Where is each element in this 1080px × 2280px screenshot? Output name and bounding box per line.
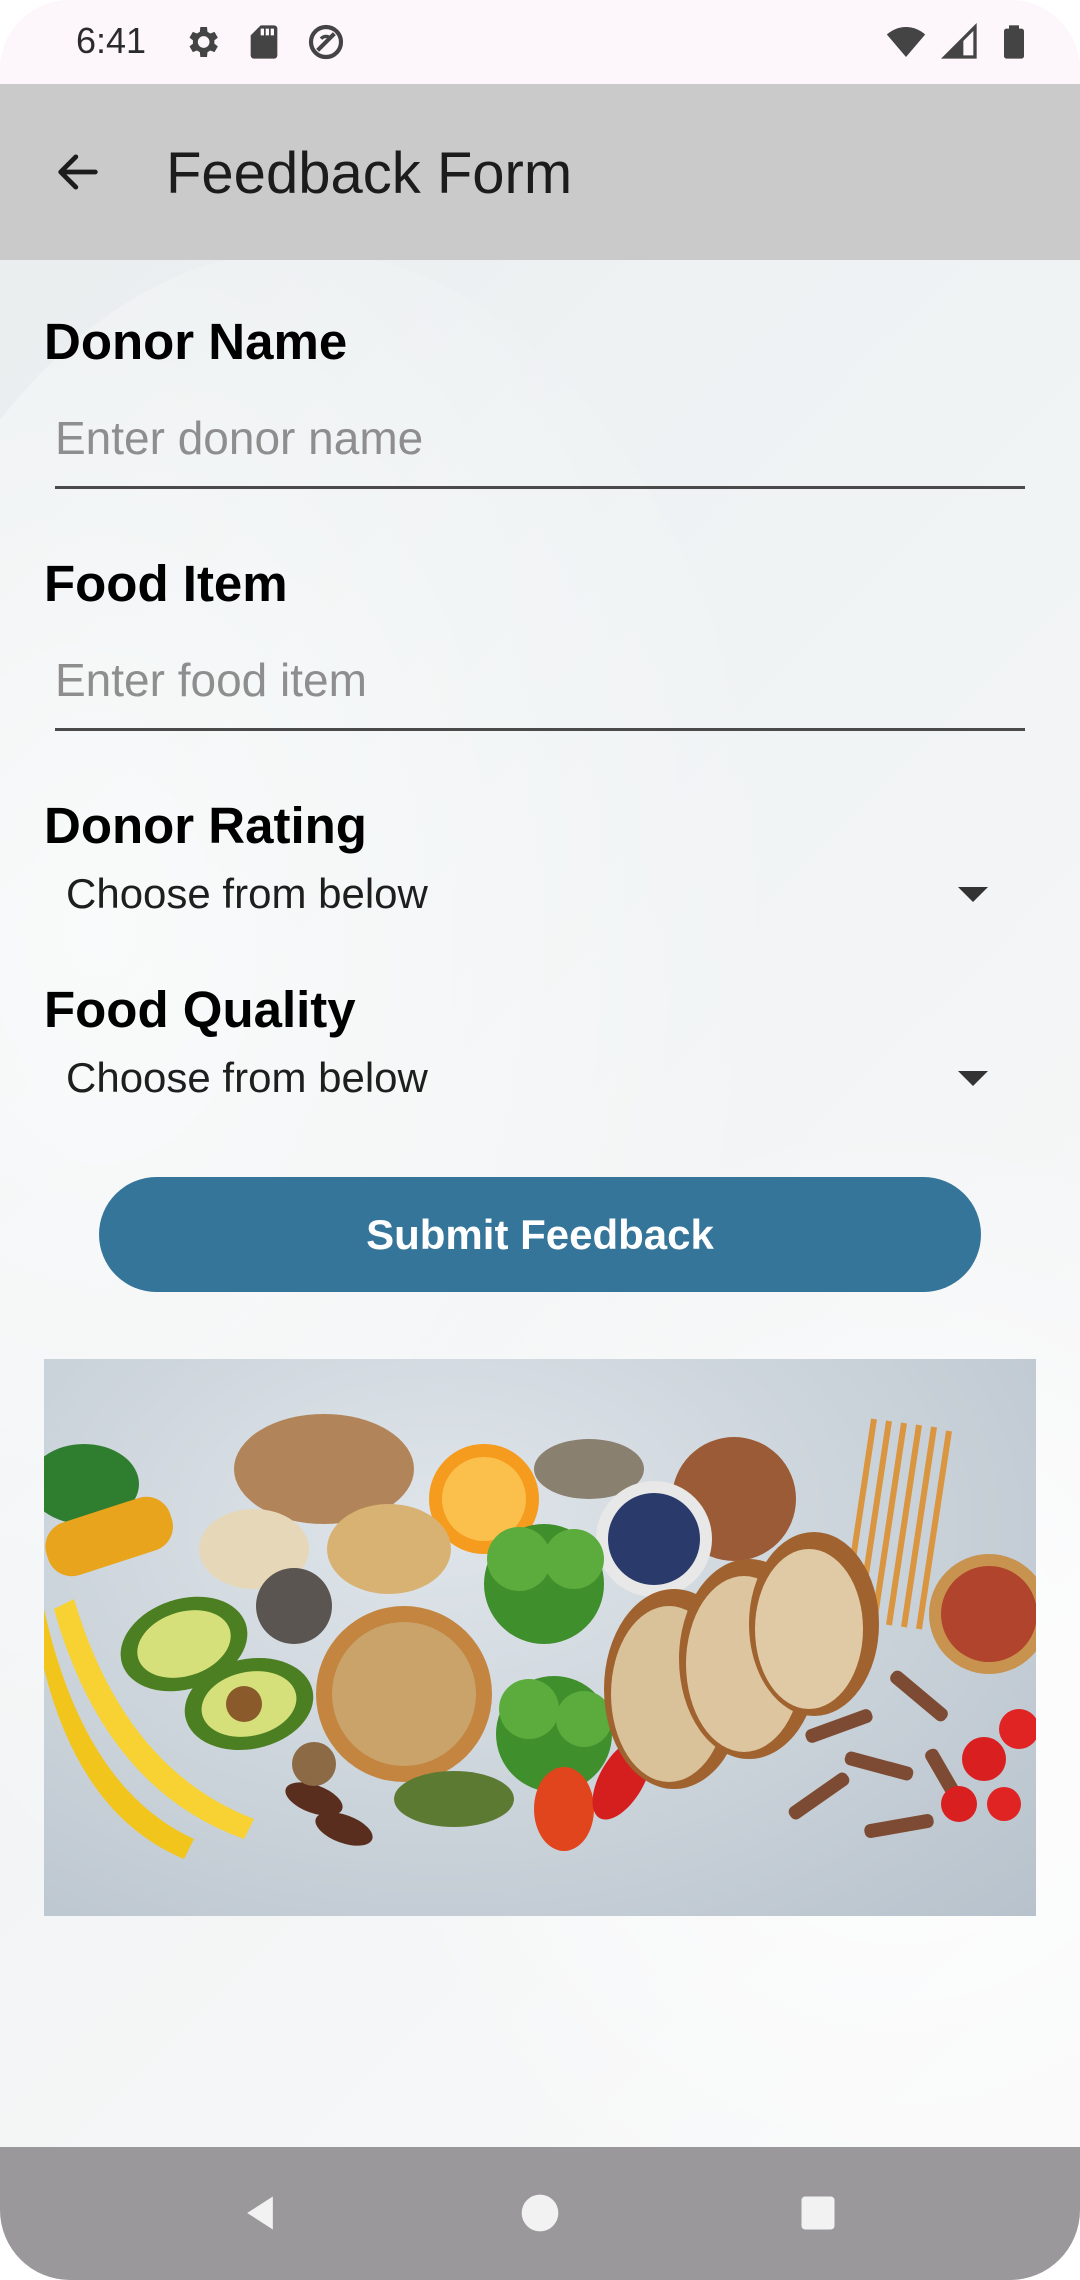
status-bar: 6:41 <box>0 0 1080 84</box>
nav-home-button[interactable] <box>510 2183 570 2243</box>
arrow-left-icon <box>58 154 98 190</box>
donor-name-input[interactable] <box>55 398 1025 489</box>
page-title: Feedback Form <box>166 141 573 206</box>
back-button[interactable] <box>40 134 116 210</box>
nav-recents-button[interactable] <box>788 2183 848 2243</box>
gear-icon <box>189 27 218 57</box>
donor-name-label: Donor Name <box>44 313 348 370</box>
navigation-bar <box>0 2147 1080 2280</box>
battery-icon <box>1004 25 1024 59</box>
app-bar: Feedback Form <box>0 84 1080 260</box>
donor-rating-label: Donor Rating <box>44 797 367 854</box>
food-illustration <box>44 1414 1036 1859</box>
do-not-disturb-icon <box>308 24 344 60</box>
signal-icon <box>940 22 977 59</box>
food-item-input[interactable] <box>55 640 1025 731</box>
status-time: 6:41 <box>76 20 147 61</box>
submit-feedback-button[interactable]: Submit Feedback <box>99 1177 981 1292</box>
donor-rating-dropdown[interactable]: Choose from below <box>66 862 1006 926</box>
recents-square-icon <box>801 2196 835 2230</box>
food-quality-selected: Choose from below <box>66 1054 428 1101</box>
donor-rating-selected: Choose from below <box>66 870 428 917</box>
wifi-icon <box>886 27 926 57</box>
screen: 6:41 Feedback Form Donor Name Enter dono… <box>0 0 1080 2280</box>
status-icons-left <box>182 22 346 62</box>
caret-down-icon <box>958 886 988 902</box>
food-quality-dropdown[interactable]: Choose from below <box>66 1046 1006 1110</box>
sd-card-icon <box>250 25 278 59</box>
back-triangle-icon <box>247 2196 273 2230</box>
home-circle-icon <box>521 2194 559 2232</box>
caret-down-icon <box>958 1070 988 1086</box>
nav-back-button[interactable] <box>230 2183 290 2243</box>
food-image <box>44 1359 1036 1916</box>
food-item-label: Food Item <box>44 555 288 612</box>
food-quality-label: Food Quality <box>44 981 356 1038</box>
status-icons-right <box>886 22 1034 62</box>
